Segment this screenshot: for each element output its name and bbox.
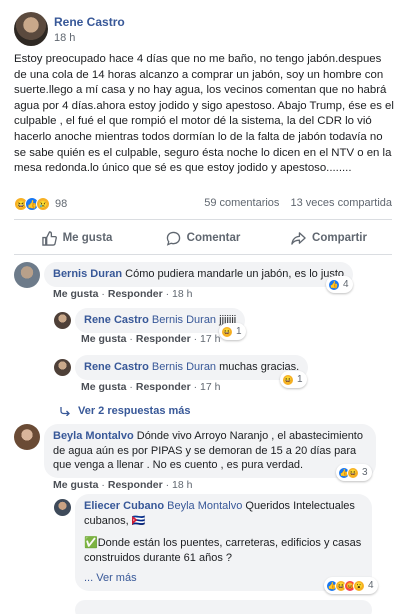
post-text: Estoy preocupado hace 4 días que no me b… [14,53,394,175]
comment-reply-link[interactable]: Responder [108,479,163,491]
post-header: Rene Castro 18 h [14,12,394,46]
commenter-avatar[interactable] [54,312,71,329]
haha-reaction-icon: 😆 [347,466,359,479]
thumbs-up-icon [41,230,57,246]
comment-author[interactable]: Beyla Montalvo [53,430,134,442]
mention-tag[interactable]: Beyla Montalvo [167,500,242,512]
comment-bubble: Bernis Duran Cómo pudiera mandarle un ja… [44,262,354,287]
haha-reaction-icon: 😆 [282,373,294,386]
comment: Bernis Duran Cómo pudiera mandarle un ja… [14,262,394,302]
divider [14,219,392,220]
comment-author[interactable]: Rene Castro [84,361,149,373]
see-more-link[interactable]: ... Ver más [84,572,137,584]
reply-arrow-icon [60,407,70,416]
sad-reaction-icon: 😢 [36,197,50,211]
like-button[interactable]: Me gusta [14,226,140,250]
comment-reactions[interactable]: 👍 😆 😡 😮 4 [324,577,378,594]
post-time[interactable]: 18 h [54,32,75,44]
commenter-avatar[interactable] [54,359,71,376]
comment-text-2: Donde están los puentes, carreteras, edi… [84,537,362,564]
reaction-count: 1 [297,374,303,385]
reply: Eliecer Cubano Beyla Montalvo Queridos I… [54,494,394,596]
commenter-avatar[interactable] [14,262,40,288]
wow-reaction-icon: 😮 [353,579,365,592]
share-button[interactable]: Compartir [266,226,392,250]
comment-reactions[interactable]: 😆 1 [280,371,307,388]
comment-reply-link[interactable]: Responder [108,288,163,300]
comment-meta: Me gusta · Responder · 17 h [81,333,221,345]
post-stats: 😆 👍 😢 98 59 comentarios 13 veces compart… [14,196,392,212]
commenter-avatar[interactable] [54,499,71,516]
cuba-flag-icon: 🇨🇺 [131,514,146,527]
comment: Beyla Montalvo Dónde vivo Arroyo Naranjo… [14,424,394,494]
like-label: Me gusta [62,232,113,244]
comment-like-link[interactable]: Me gusta [81,381,127,393]
more-replies-link[interactable]: Ver 2 respuestas más [60,405,191,417]
comment-like-link[interactable]: Me gusta [53,479,99,491]
reaction-count: 3 [362,467,368,478]
share-icon [291,231,306,245]
reaction-count: 4 [368,580,374,591]
comment-reactions[interactable]: 👍 4 [326,276,353,293]
comments-count[interactable]: 59 comentarios [204,197,279,209]
comment-time[interactable]: 17 h [200,333,220,345]
comment-reply-link[interactable]: Responder [136,381,191,393]
comment-reply-link[interactable]: Responder [136,333,191,345]
reaction-count: 1 [236,326,242,337]
comment-author[interactable]: Rene Castro [84,314,149,326]
shares-count[interactable]: 13 veces compartida [291,197,393,209]
reaction-count: 4 [343,279,349,290]
comment-like-link[interactable]: Me gusta [81,333,127,345]
comment-button[interactable]: Comentar [140,226,266,250]
post-author[interactable]: Rene Castro [54,15,125,29]
comment-like-link[interactable]: Me gusta [53,288,99,300]
post-actions: Me gusta Comentar Compartir [14,226,392,250]
comment-bubble [75,600,372,614]
mention-tag[interactable]: Bernis Duran [152,361,216,373]
comment-meta: Me gusta · Responder · 17 h [81,381,221,393]
divider [14,254,392,255]
comment-bubble: Rene Castro Bernis Duran muchas gracias. [75,355,309,380]
share-label: Compartir [312,232,367,244]
checkmark-icon: ✅ [84,537,98,549]
comment-label: Comentar [186,232,241,244]
comment-author[interactable]: Bernis Duran [53,268,122,280]
comment-bubble: Eliecer Cubano Beyla Montalvo Queridos I… [75,494,372,591]
like-reaction-icon: 👍 [328,278,340,291]
comment-bubble: Beyla Montalvo Dónde vivo Arroyo Naranjo… [44,424,376,478]
reply: Rene Castro Bernis Duran muchas gracias.… [54,355,394,393]
author-avatar[interactable] [14,12,48,46]
comment-icon [166,231,180,246]
comment-time[interactable]: 18 h [172,288,192,300]
comment-reactions[interactable]: 👍 😆 3 [336,464,372,481]
more-replies-label: Ver 2 respuestas más [78,405,191,417]
reactions-count: 98 [55,198,68,210]
comment-author[interactable]: Eliecer Cubano [84,500,164,512]
reactions-summary[interactable]: 😆 👍 😢 98 [14,196,67,212]
comment-meta: Me gusta · Responder · 18 h [53,479,193,491]
comment-text: Cómo pudiera mandarle un jabón, es lo ju… [125,268,345,280]
comment-time[interactable]: 18 h [172,479,192,491]
mention-tag[interactable]: Bernis Duran [152,314,216,326]
reply: Rene Castro Bernis Duran jjjjjjj 😆 1 Me … [54,308,394,346]
commenter-avatar[interactable] [14,424,40,450]
comment-meta: Me gusta · Responder · 18 h [53,288,193,300]
comment-reactions[interactable]: 😆 1 [219,323,246,340]
comment-time[interactable]: 17 h [200,381,220,393]
haha-reaction-icon: 😆 [221,325,233,338]
